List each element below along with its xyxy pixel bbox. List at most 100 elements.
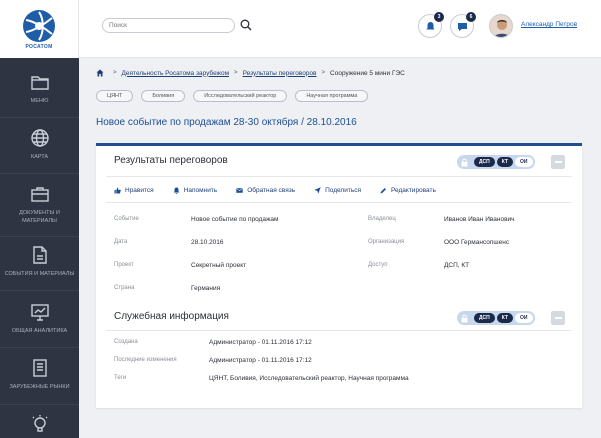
event-card: Результаты переговоров ДСП КТ ОИ Нравитс… — [96, 143, 582, 408]
edit-button[interactable]: Редактировать — [380, 187, 436, 194]
remind-label: Напомнить — [183, 187, 218, 194]
sidebar-item-label: ДОКУМЕНТЫ И МАТЕРИАЛЫ — [19, 210, 60, 224]
breadcrumb-item[interactable]: Результаты переговоров — [243, 70, 317, 77]
share-label: Поделиться — [325, 187, 361, 194]
field-label-created: Создана — [114, 339, 138, 345]
field-label-project: Проект — [114, 262, 134, 268]
sidebar-item-events[interactable]: СОБЫТИЯ И МАТЕРИАЛЫ — [0, 245, 79, 278]
edit-icon — [380, 187, 387, 194]
bell-icon — [173, 187, 179, 194]
lock-icon — [461, 158, 468, 166]
user-name-link[interactable]: Александр Петров — [521, 21, 577, 28]
envelope-icon — [236, 187, 244, 193]
atom-logo-icon — [23, 9, 55, 42]
tag-chip[interactable]: Исследовательский реактор — [193, 90, 288, 102]
section-title-results: Результаты переговоров — [114, 155, 228, 166]
access-option-dsp[interactable]: ДСП — [474, 313, 495, 323]
action-bar: Нравится Напомнить Обратная связь Подели… — [114, 187, 455, 194]
sidebar-divider — [0, 173, 79, 174]
access-level-switch: ДСП КТ ОИ — [457, 311, 535, 325]
section-divider — [106, 202, 572, 203]
field-value-owner: Иванов Иван Иванович — [444, 216, 515, 223]
tag-chip[interactable]: ЦЯНТ — [96, 90, 134, 102]
like-label: Нравится — [125, 187, 154, 194]
tag-chip[interactable]: Боливия — [141, 90, 186, 102]
send-icon — [314, 187, 321, 194]
sidebar-item-label: СОБЫТИЯ И МАТЕРИАЛЫ — [4, 271, 75, 277]
field-label-tags: Теги — [114, 375, 127, 381]
sidebar-item-ideas[interactable] — [0, 414, 79, 434]
section-divider — [106, 330, 572, 331]
sidebar-item-label: ОБЩАЯ АНАЛИТИКА — [11, 328, 68, 334]
search-input[interactable] — [102, 18, 235, 33]
sidebar-divider — [0, 236, 79, 237]
field-value-project: Секретный проект — [191, 262, 247, 269]
field-label-date: Дата — [114, 239, 128, 245]
monitor-icon — [30, 304, 49, 321]
sidebar: РОСАТОМ МЕНЮ КАРТА ДОКУМЕНТЫ И МАТЕРИАЛЫ… — [0, 0, 79, 438]
field-value-organization: ООО Германсопшенс — [444, 239, 510, 246]
like-button[interactable]: Нравится — [114, 187, 154, 194]
field-value-event: Новое событие по продажам — [191, 216, 279, 223]
minus-icon — [554, 317, 562, 319]
document-icon — [32, 246, 47, 264]
tag-list: ЦЯНТ Боливия Исследовательский реактор Н… — [96, 90, 376, 102]
collapse-button[interactable] — [551, 155, 565, 169]
sidebar-item-label: МЕНЮ — [30, 98, 49, 104]
feedback-label: Обратная связь — [247, 187, 296, 194]
access-option-oi[interactable]: ОИ — [515, 313, 533, 323]
sidebar-divider — [0, 347, 79, 348]
field-value-date: 28.10.2016 — [191, 239, 224, 246]
logo-text: РОСАТОМ — [25, 43, 53, 50]
sidebar-item-documents[interactable]: ДОКУМЕНТЫ И МАТЕРИАЛЫ — [0, 184, 79, 225]
notifications-badge: 3 — [434, 12, 444, 22]
briefcase-icon — [30, 187, 49, 202]
search-icon[interactable] — [240, 19, 252, 31]
lightbulb-icon — [32, 415, 47, 432]
collapse-button[interactable] — [551, 311, 565, 325]
field-label-access: Доступ — [368, 262, 388, 268]
chat-icon — [457, 22, 467, 31]
field-value-modified: Администратор - 01.11.2016 17:12 — [209, 357, 312, 364]
page-title: Новое событие по продажам 28-30 октября … — [96, 117, 357, 128]
access-option-kt[interactable]: КТ — [496, 157, 514, 167]
globe-icon — [30, 129, 49, 147]
field-value-country: Германия — [191, 285, 221, 292]
top-header: 3 6 Александр Петров — [79, 0, 601, 58]
tag-chip[interactable]: Научная программа — [295, 90, 369, 102]
avatar[interactable] — [489, 14, 513, 38]
thumbs-up-icon — [114, 187, 121, 194]
messages-button[interactable]: 6 — [450, 12, 476, 38]
notifications-button[interactable]: 3 — [418, 12, 444, 38]
feedback-button[interactable]: Обратная связь — [236, 187, 295, 194]
field-label-owner: Владелец — [368, 216, 396, 222]
field-label-event: Событие — [114, 216, 139, 222]
access-option-oi[interactable]: ОИ — [515, 157, 533, 167]
section-divider — [106, 176, 572, 177]
share-button[interactable]: Поделиться — [314, 187, 361, 194]
breadcrumb-item[interactable]: Деятельность Росатома зарубежом — [122, 70, 230, 77]
sidebar-item-label: ЗАРУБЕЖНЫЕ РЫНКИ — [9, 384, 70, 390]
field-value-tags: ЦЯНТ, Боливия, Исследовательский реактор… — [209, 375, 409, 382]
book-icon — [32, 359, 47, 377]
home-icon[interactable] — [96, 69, 104, 77]
messages-badge: 6 — [466, 12, 476, 22]
section-title-service-info: Служебная информация — [114, 311, 229, 322]
access-option-kt[interactable]: КТ — [496, 313, 514, 323]
access-option-dsp[interactable]: ДСП — [474, 157, 495, 167]
sidebar-item-foreign-markets[interactable]: ЗАРУБЕЖНЫЕ РЫНКИ — [0, 358, 79, 391]
bell-icon — [426, 21, 434, 30]
field-label-modified: Последние изменения — [114, 357, 177, 363]
remind-button[interactable]: Напомнить — [173, 187, 218, 194]
rosatom-logo[interactable]: РОСАТОМ — [0, 0, 79, 58]
minus-icon — [554, 161, 562, 163]
sidebar-divider — [0, 290, 79, 291]
breadcrumb: > Деятельность Росатома зарубежом > Резу… — [96, 69, 405, 77]
sidebar-divider — [0, 404, 79, 405]
sidebar-item-analytics[interactable]: ОБЩАЯ АНАЛИТИКА — [0, 302, 79, 335]
lock-icon — [461, 314, 468, 322]
sidebar-item-label: КАРТА — [30, 154, 49, 160]
sidebar-item-map[interactable]: КАРТА — [0, 128, 79, 161]
breadcrumb-separator: > — [321, 70, 326, 76]
sidebar-item-menu[interactable]: МЕНЮ — [0, 72, 79, 105]
